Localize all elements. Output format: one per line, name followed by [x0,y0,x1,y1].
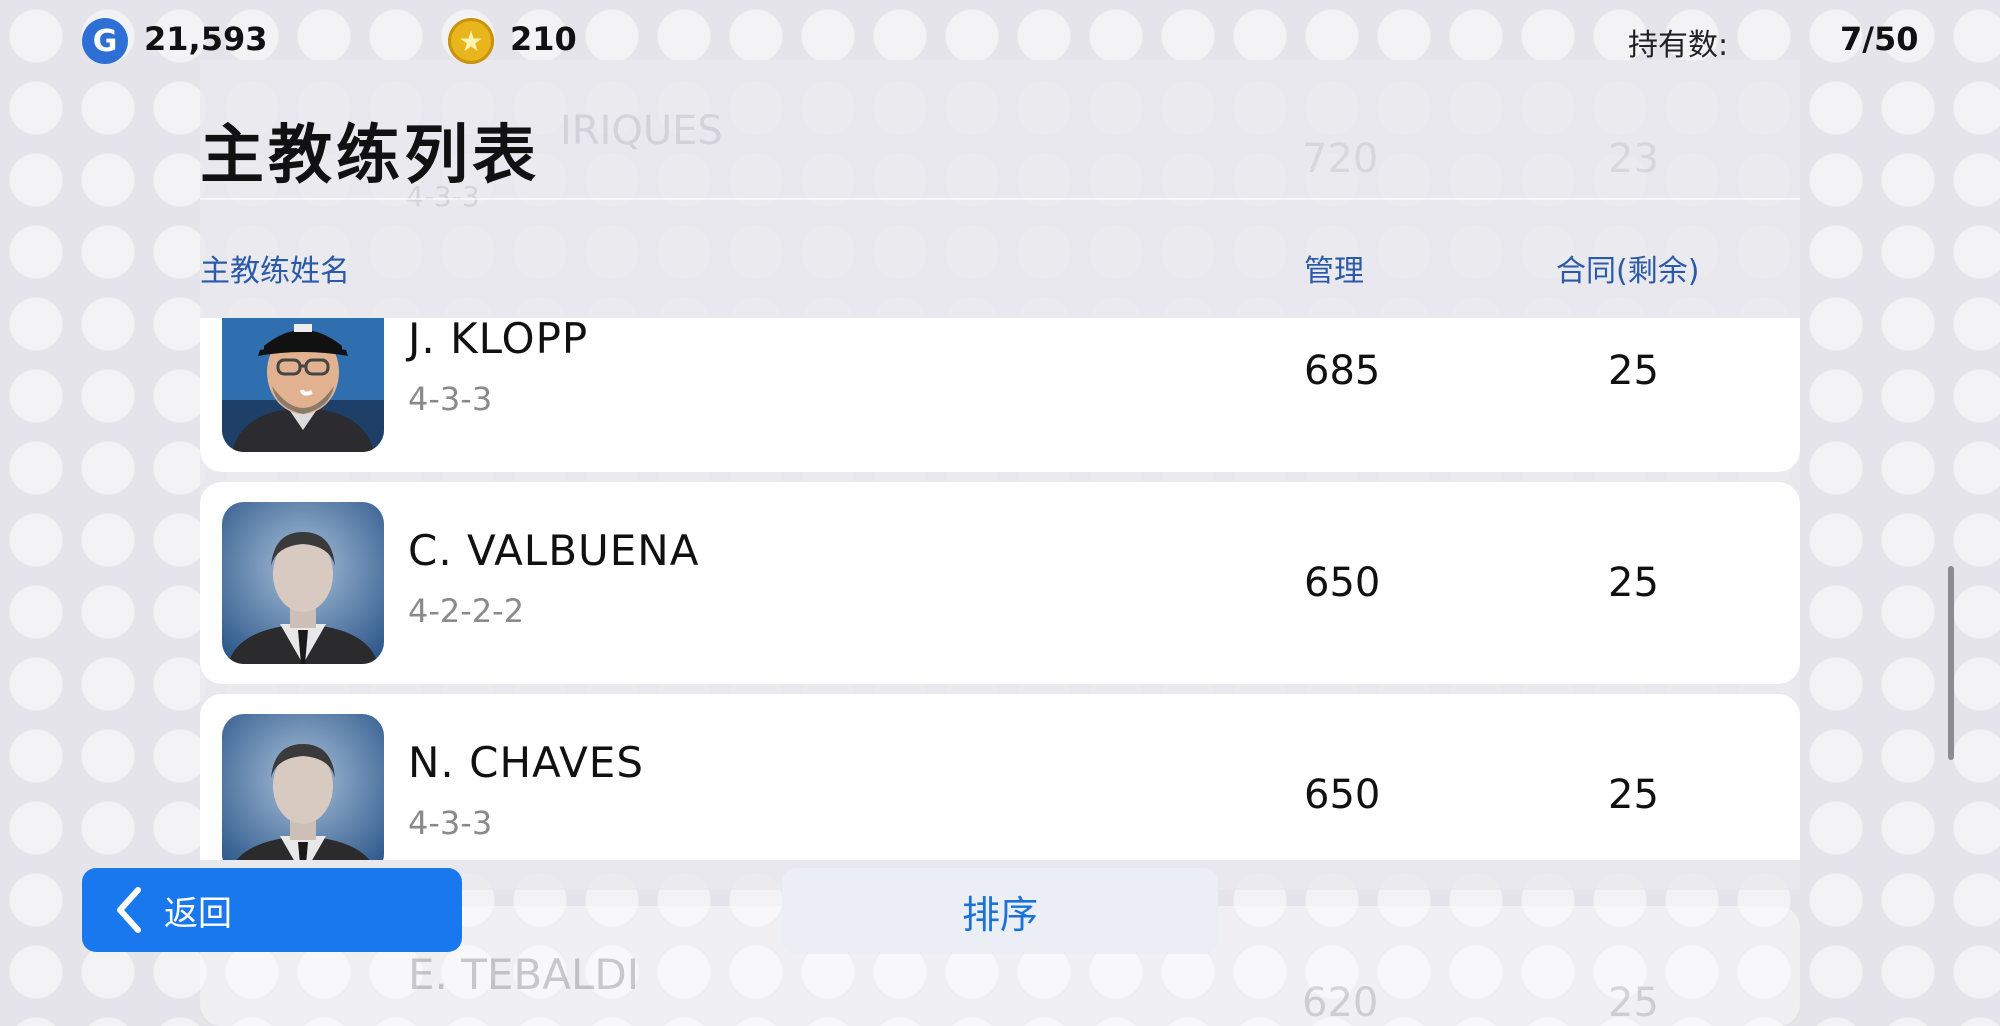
ghost-coach-name: IRIQUES [560,108,723,154]
faded-coach-contract: 25 [1608,980,1659,1026]
coach-list[interactable]: J. KLOPP 4-3-3 685 25 C. VALBUENA 4-2-2-… [200,318,1800,860]
back-button[interactable]: 返回 [82,868,462,952]
chevron-left-icon [117,887,141,933]
coach-management: 650 [1304,560,1381,606]
coach-contract: 25 [1608,348,1659,394]
coin-amount: 210 [510,20,577,58]
coach-silhouette-avatar [222,714,384,860]
page-title: 主教练列表 [200,119,540,193]
gp-amount: 21,593 [144,20,268,58]
faded-coach-management: 620 [1302,980,1379,1026]
ghost-coach-contract: 23 [1608,136,1659,182]
column-header-name: 主教练姓名 [200,254,350,289]
holding-label: 持有数: [1628,28,1729,63]
coach-formation: 4-2-2-2 [408,592,525,630]
scrollbar[interactable] [1948,566,1954,760]
coach-contract: 25 [1608,772,1659,818]
gp-coin-icon: G [82,18,128,64]
back-button-label: 返回 [164,893,232,934]
coach-card-klopp[interactable]: J. KLOPP 4-3-3 685 25 [200,318,1800,472]
holding-value: 7/50 [1840,20,1919,58]
coach-formation: 4-3-3 [408,804,493,842]
sort-button-label: 排序 [961,892,1038,937]
coach-name: C. VALBUENA [408,526,700,575]
coach-name: J. KLOPP [408,318,589,363]
coach-card-chaves[interactable]: N. CHAVES 4-3-3 650 25 [200,694,1800,860]
coach-contract: 25 [1608,560,1659,606]
coach-formation: 4-3-3 [408,380,493,418]
header-divider [200,198,1800,200]
ghost-coach-management: 720 [1302,136,1379,182]
column-header-contract: 合同(剩余) [1556,254,1700,289]
coach-photo-avatar [222,318,384,452]
status-bar: G 21,593 ★ 210 持有数: 7/50 [0,0,2000,80]
coach-name: N. CHAVES [408,738,645,787]
faded-coach-name: E. TEBALDI [408,950,640,999]
coach-management: 685 [1304,348,1381,394]
star-coin-icon: ★ [448,18,494,64]
coach-management: 650 [1304,772,1381,818]
sort-button[interactable]: 排序 [782,868,1218,954]
column-header-management: 管理 [1304,254,1364,289]
coach-card-valbuena[interactable]: C. VALBUENA 4-2-2-2 650 25 [200,482,1800,684]
coach-silhouette-avatar [222,502,384,664]
